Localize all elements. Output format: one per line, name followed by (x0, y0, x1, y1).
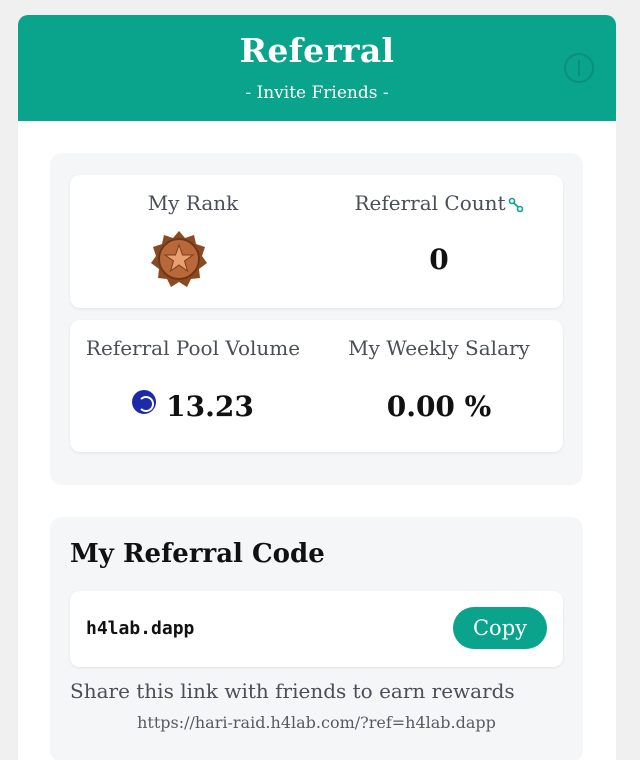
referral-count-cell: Referral Count 0 (316, 175, 562, 308)
page-title: Referral (239, 31, 395, 70)
referral-count-label: Referral Count (354, 191, 506, 215)
copy-button[interactable]: Copy (453, 607, 547, 649)
share-link[interactable]: https://hari-raid.h4lab.com/?ref=h4lab.d… (50, 713, 583, 732)
pool-salary-card: Referral Pool Volume 13.23 My Weekly Sal… (70, 320, 563, 452)
page-header: Referral - Invite Friends - (18, 15, 616, 121)
stats-panel: My Rank Referral Count 0 Referral Pool V… (50, 153, 583, 485)
pool-volume-label: Referral Pool Volume (85, 336, 301, 360)
info-icon[interactable] (564, 53, 594, 83)
rank-count-card: My Rank Referral Count 0 (70, 175, 563, 308)
steem-coin-icon (132, 390, 157, 414)
referral-code-title: My Referral Code (70, 539, 325, 569)
link-icon[interactable] (508, 197, 524, 213)
pool-volume-value: 13.23 (166, 390, 254, 423)
page-subtitle: - Invite Friends - (245, 83, 389, 103)
weekly-salary-value: 0.00 % (386, 390, 492, 423)
referral-code-value[interactable]: h4lab.dapp (86, 618, 194, 639)
weekly-salary-cell: My Weekly Salary 0.00 % (316, 320, 562, 452)
referral-count-value: 0 (429, 243, 449, 276)
weekly-salary-label: My Weekly Salary (348, 336, 530, 360)
referral-page: Referral - Invite Friends - My Rank Refe… (18, 15, 616, 760)
referral-code-panel: My Referral Code h4lab.dapp Copy Share t… (50, 517, 583, 760)
share-description: Share this link with friends to earn rew… (70, 679, 515, 703)
rank-cell: My Rank (70, 175, 316, 308)
pool-volume-cell: Referral Pool Volume 13.23 (70, 320, 316, 452)
referral-code-box: h4lab.dapp Copy (70, 591, 563, 667)
rank-label: My Rank (147, 191, 239, 215)
bronze-star-medal-icon (151, 231, 207, 287)
